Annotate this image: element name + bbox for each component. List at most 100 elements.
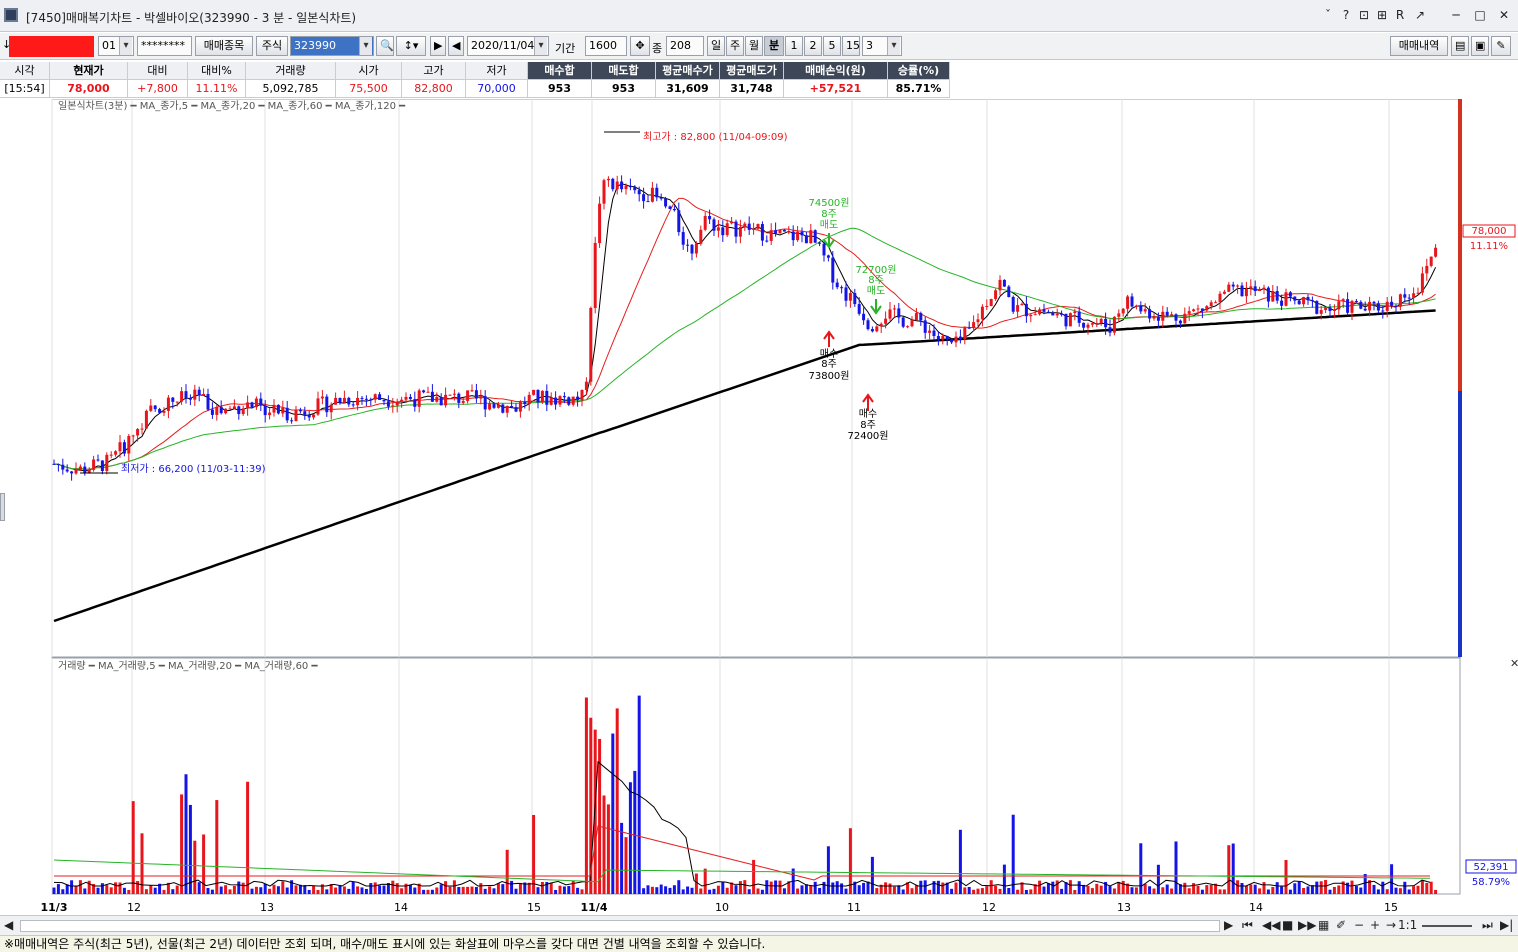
candle-body: [752, 228, 756, 230]
zoom-in-icon[interactable]: +: [1370, 918, 1380, 932]
maximize-icon[interactable]: □: [1470, 6, 1490, 24]
chart-area[interactable]: 일본식차트(3분) ━ MA_종가,5 ━ MA_종가,20 ━ MA_종가,6…: [0, 99, 1518, 915]
candle-body: [510, 406, 514, 408]
quote-value-pnl: +57,521: [784, 80, 888, 98]
stock-code-input[interactable]: 323990: [290, 36, 374, 56]
zoom-out-icon[interactable]: −: [1354, 918, 1364, 932]
volume-bar: [567, 886, 571, 894]
chart-svg[interactable]: 일본식차트(3분) ━ MA_종가,5 ━ MA_종가,20 ━ MA_종가,6…: [0, 99, 1518, 915]
candle-body: [1288, 292, 1292, 297]
draw-icon[interactable]: ✐: [1336, 918, 1346, 932]
link-icon[interactable]: ↗: [1410, 6, 1430, 24]
chart-scrollbar[interactable]: ◀ ▶ ⏮ ◀◀ ■ ▶▶ ▦ ✐ − + → 1:1 ⏭ ▶|: [0, 915, 1518, 936]
candle-body: [897, 308, 901, 318]
timeframe-15[interactable]: 15: [842, 36, 860, 56]
candle-body: [567, 397, 571, 405]
scroll-last-icon[interactable]: ▶|: [1500, 918, 1513, 932]
scroll-track[interactable]: [20, 920, 1220, 932]
volume-bar: [87, 880, 91, 894]
table-icon[interactable]: ▦: [1318, 918, 1329, 932]
stop-icon[interactable]: ■: [1282, 918, 1293, 932]
candle-body: [52, 463, 56, 465]
volume-bar: [1205, 885, 1209, 894]
close-icon[interactable]: ✕: [1494, 6, 1514, 24]
account-suffix-select[interactable]: 01: [98, 36, 134, 56]
volume-bar: [1376, 889, 1380, 894]
candle-body: [1170, 314, 1174, 316]
save-icon[interactable]: ▣: [1471, 36, 1489, 56]
volume-bar: [1148, 886, 1152, 894]
scroll-back-icon[interactable]: ◀◀: [1262, 918, 1280, 932]
timeframe-day[interactable]: 일: [707, 36, 725, 56]
volume-bar: [606, 804, 610, 894]
timeframe-custom-select[interactable]: 3: [862, 36, 902, 56]
market-select[interactable]: 주식: [256, 36, 288, 56]
snapshot-icon[interactable]: ⊡: [1354, 6, 1374, 24]
period-input[interactable]: 1600: [585, 36, 627, 56]
candle-body: [175, 401, 179, 403]
timeframe-minute[interactable]: 분: [764, 36, 784, 56]
timeframe-week[interactable]: 주: [726, 36, 744, 56]
sort-icon[interactable]: ↕▾: [396, 36, 426, 56]
candle-body: [725, 223, 729, 236]
candle-body: [470, 390, 474, 392]
refresh-icon[interactable]: R: [1390, 6, 1410, 24]
candle-body: [92, 459, 96, 470]
back-icon[interactable]: ◀: [448, 36, 464, 56]
timeframe-5[interactable]: 5: [823, 36, 841, 56]
volume-bar: [1429, 881, 1433, 894]
scroll-left-icon[interactable]: ◀: [4, 918, 13, 932]
open-folder-icon[interactable]: ▤: [1451, 36, 1469, 56]
search-icon[interactable]: 🔍: [376, 36, 394, 56]
forward-icon[interactable]: ▶▶: [1298, 918, 1316, 932]
volume-bar: [364, 888, 368, 894]
collapse-icon[interactable]: ˇ: [1318, 6, 1338, 24]
candle-body: [250, 402, 254, 408]
crosshair-icon[interactable]: ✥: [630, 36, 650, 56]
layout-icon[interactable]: ⊞: [1372, 6, 1392, 24]
count-label: 종: [652, 42, 663, 55]
scroll-start-icon[interactable]: ⏮: [1242, 918, 1253, 933]
scroll-end-icon[interactable]: ⏭: [1482, 918, 1493, 933]
candle-body: [936, 336, 940, 340]
candle-body: [83, 466, 87, 474]
date-select[interactable]: 2020/11/04: [467, 36, 549, 56]
candle-body: [1209, 302, 1213, 307]
close-volume-panel-icon[interactable]: ✕: [1510, 657, 1518, 670]
timeframe-2[interactable]: 2: [804, 36, 822, 56]
help-icon[interactable]: ?: [1336, 6, 1356, 24]
x-tick-label-10: 14: [1249, 901, 1263, 914]
x-tick-label-11: 15: [1384, 901, 1398, 914]
timeframe-1[interactable]: 1: [785, 36, 803, 56]
candle-body: [413, 399, 417, 407]
zoom-slider[interactable]: [1422, 925, 1472, 927]
candle-body: [879, 323, 883, 327]
play-icon[interactable]: ▶: [430, 36, 446, 56]
scroll-right-icon[interactable]: ▶: [1224, 918, 1233, 932]
trade-history-button[interactable]: 매매내역: [1390, 36, 1448, 56]
candle-body: [730, 221, 734, 224]
candle-body: [818, 242, 822, 244]
candle-body: [61, 464, 65, 470]
volume-bar: [571, 880, 575, 894]
count-input[interactable]: 208: [666, 36, 704, 56]
minimize-icon[interactable]: ─: [1446, 6, 1466, 24]
candle-body: [571, 396, 575, 405]
candle-body: [1024, 303, 1028, 317]
volume-bar: [1390, 864, 1394, 894]
zoom-ratio-icon[interactable]: 1:1: [1398, 918, 1417, 932]
pan-icon[interactable]: →: [1386, 918, 1396, 932]
volume-bar: [325, 889, 329, 894]
timeframe-month[interactable]: 월: [745, 36, 763, 56]
volume-bar: [1372, 884, 1376, 894]
volume-bar: [870, 856, 874, 894]
x-tick-label-1: 12: [127, 901, 141, 914]
candle-body: [166, 397, 170, 411]
trade-items-button[interactable]: 매매종목: [195, 36, 253, 56]
candle-body: [580, 389, 584, 400]
candle-body: [1051, 312, 1055, 316]
password-field[interactable]: ********: [137, 36, 192, 56]
settings-icon[interactable]: ✎: [1491, 36, 1511, 56]
volume-bar: [721, 881, 725, 894]
candle-body: [941, 336, 945, 340]
